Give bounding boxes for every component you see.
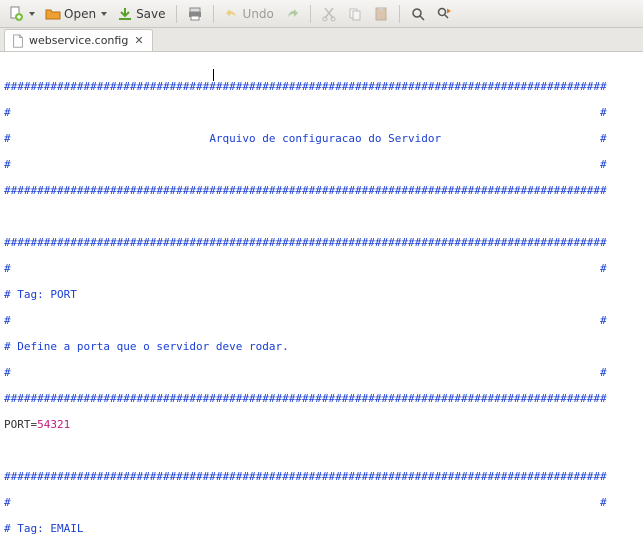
tab-bar: webservice.config ✕	[0, 28, 643, 52]
find-replace-button[interactable]	[432, 3, 456, 25]
code-line: # Tag: EMAIL	[4, 522, 639, 535]
tab-webservice-config[interactable]: webservice.config ✕	[4, 29, 153, 51]
paste-icon	[373, 6, 389, 22]
code-line: # #	[4, 496, 639, 509]
open-folder-icon	[45, 6, 61, 22]
print-button[interactable]	[183, 3, 207, 25]
open-label: Open	[64, 7, 96, 21]
code-line: # Define a porta que o servidor deve rod…	[4, 340, 639, 353]
open-button[interactable]: Open	[41, 3, 111, 25]
separator	[310, 5, 311, 23]
code-line: PORT=54321	[4, 418, 639, 431]
save-button[interactable]: Save	[113, 3, 169, 25]
undo-icon	[224, 6, 240, 22]
code-line: # Tag: PORT	[4, 288, 639, 301]
search-icon	[410, 6, 426, 22]
separator	[176, 5, 177, 23]
code-line: ########################################…	[4, 470, 639, 483]
copy-button[interactable]	[343, 3, 367, 25]
redo-button[interactable]	[280, 3, 304, 25]
blank-line	[4, 210, 639, 223]
code-line: ########################################…	[4, 392, 639, 405]
close-icon[interactable]: ✕	[132, 34, 145, 47]
undo-button[interactable]: Undo	[220, 3, 278, 25]
chevron-down-icon	[29, 12, 35, 16]
cut-icon	[321, 6, 337, 22]
blank-line	[4, 444, 639, 457]
save-label: Save	[136, 7, 165, 21]
code-line: ########################################…	[4, 236, 639, 249]
new-file-button[interactable]	[4, 3, 39, 25]
editor-area[interactable]: ########################################…	[0, 52, 643, 535]
code-line: # #	[4, 262, 639, 275]
redo-icon	[284, 6, 300, 22]
chevron-down-icon	[101, 12, 107, 16]
find-replace-icon	[436, 6, 452, 22]
code-line: # #	[4, 158, 639, 171]
save-icon	[117, 6, 133, 22]
undo-label: Undo	[243, 7, 274, 21]
print-icon	[187, 6, 203, 22]
tab-filename: webservice.config	[29, 34, 128, 47]
cut-button[interactable]	[317, 3, 341, 25]
text-cursor	[213, 69, 214, 81]
paste-button[interactable]	[369, 3, 393, 25]
separator	[213, 5, 214, 23]
code-line: # #	[4, 106, 639, 119]
file-icon	[11, 34, 25, 48]
code-line: # #	[4, 314, 639, 327]
code-line: # Arquivo de configuracao do Servidor #	[4, 132, 639, 145]
code-line: ########################################…	[4, 184, 639, 197]
find-button[interactable]	[406, 3, 430, 25]
copy-icon	[347, 6, 363, 22]
code-line: # #	[4, 366, 639, 379]
toolbar: Open Save Undo	[0, 0, 643, 28]
separator	[399, 5, 400, 23]
code-line: ########################################…	[4, 80, 639, 93]
new-file-icon	[8, 6, 24, 22]
